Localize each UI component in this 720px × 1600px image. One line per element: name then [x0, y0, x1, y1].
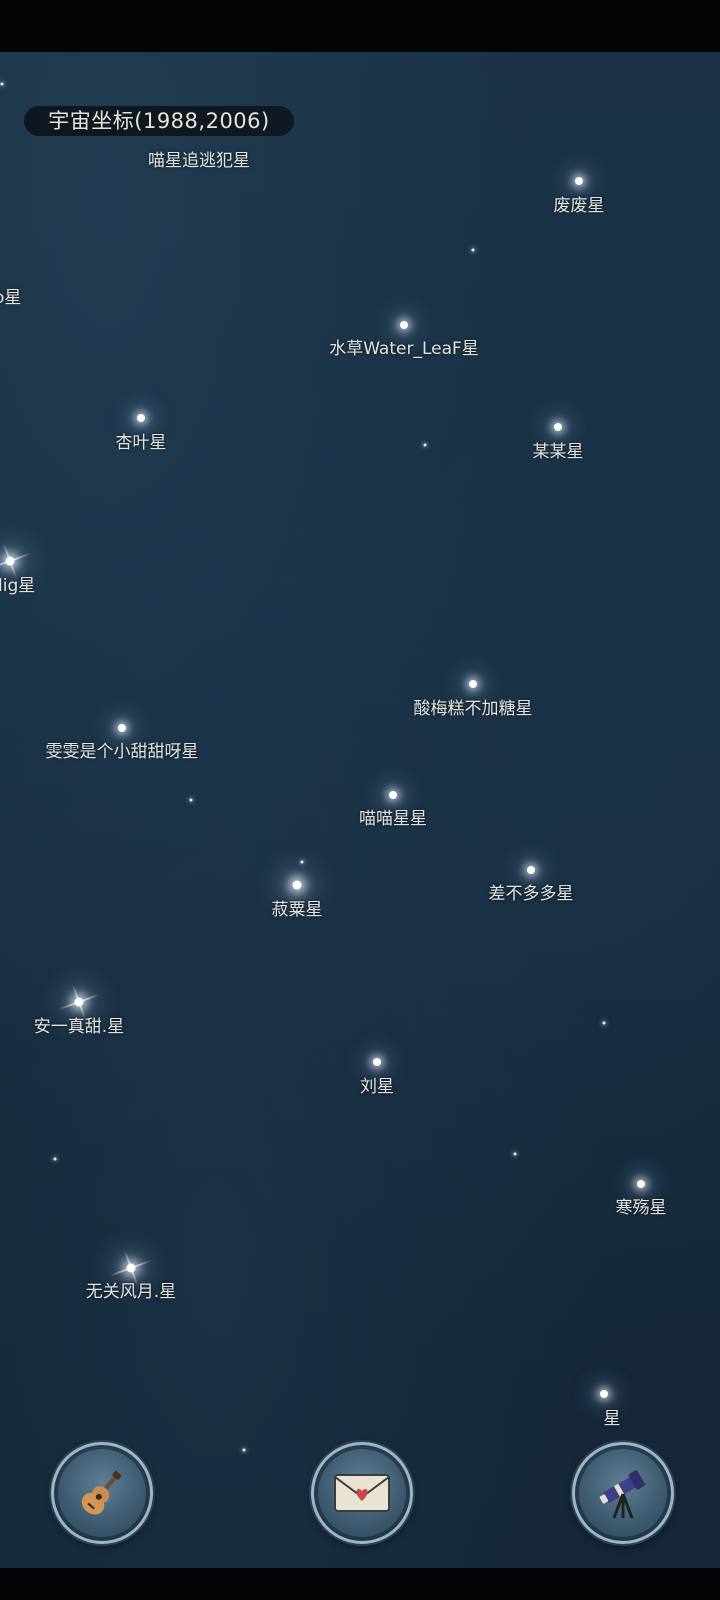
- star-dot[interactable]: [527, 866, 535, 874]
- background-star: [0, 82, 4, 86]
- status-bar: [0, 0, 720, 52]
- star-label[interactable]: 寒殇星: [616, 1198, 667, 1218]
- star-label[interactable]: 安一真甜.星: [34, 1017, 124, 1037]
- mail-button[interactable]: [311, 1442, 413, 1544]
- star-dot[interactable]: [126, 1263, 136, 1273]
- star-dot[interactable]: [5, 556, 15, 566]
- star-label[interactable]: 喵星追逃犯星: [148, 151, 250, 171]
- star-label[interactable]: o星: [0, 288, 21, 308]
- universe-coordinates-badge: 宇宙坐标(1988,2006): [24, 106, 294, 136]
- star-dot[interactable]: [469, 680, 477, 688]
- star-dot[interactable]: [74, 997, 84, 1007]
- star-label[interactable]: 差不多多星: [489, 884, 574, 904]
- guitar-button[interactable]: [51, 1442, 153, 1544]
- background-star: [423, 443, 427, 447]
- star-dot[interactable]: [137, 414, 145, 422]
- star-label[interactable]: 无关风月.星: [86, 1282, 176, 1302]
- background-star: [471, 248, 475, 252]
- star-dot[interactable]: [637, 1180, 645, 1188]
- screen: 喵星追逃犯星 废废星 o星 水草Water_LeaF星 杏叶星 某某星 lig星…: [0, 0, 720, 1600]
- system-navigation-bar: [0, 1568, 720, 1600]
- star-dot[interactable]: [575, 177, 583, 185]
- background-star: [300, 860, 304, 864]
- star-label[interactable]: 废废星: [554, 196, 605, 216]
- telescope-icon: [599, 1470, 645, 1519]
- background-star: [53, 1157, 57, 1161]
- star-label[interactable]: 菽粟星: [272, 900, 323, 920]
- background-star: [513, 1152, 517, 1156]
- star-dot[interactable]: [373, 1058, 381, 1066]
- telescope-button[interactable]: [572, 1442, 674, 1544]
- star-dot[interactable]: [400, 321, 408, 329]
- background-star: [242, 1448, 246, 1452]
- star-label[interactable]: 酸梅糕不加糖星: [414, 699, 533, 719]
- background-star: [602, 1021, 606, 1025]
- star-dot[interactable]: [554, 423, 562, 431]
- star-label[interactable]: 杏叶星: [116, 433, 167, 453]
- star-label[interactable]: lig星: [0, 576, 35, 596]
- background-star: [189, 798, 193, 802]
- star-label[interactable]: 某某星: [533, 442, 584, 462]
- star-label[interactable]: 雯雯是个小甜甜呀星: [46, 742, 199, 762]
- star-dot[interactable]: [118, 724, 126, 732]
- star-label[interactable]: 星: [604, 1409, 621, 1429]
- star-dot[interactable]: [292, 880, 302, 890]
- envelope-heart-icon: [334, 1474, 390, 1512]
- star-label[interactable]: 水草Water_LeaF星: [329, 339, 479, 359]
- guitar-icon: [81, 1470, 122, 1515]
- star-label[interactable]: 喵喵星星: [359, 809, 427, 829]
- star-dot[interactable]: [600, 1390, 608, 1398]
- star-label[interactable]: 刘星: [360, 1077, 394, 1097]
- star-dot[interactable]: [389, 791, 397, 799]
